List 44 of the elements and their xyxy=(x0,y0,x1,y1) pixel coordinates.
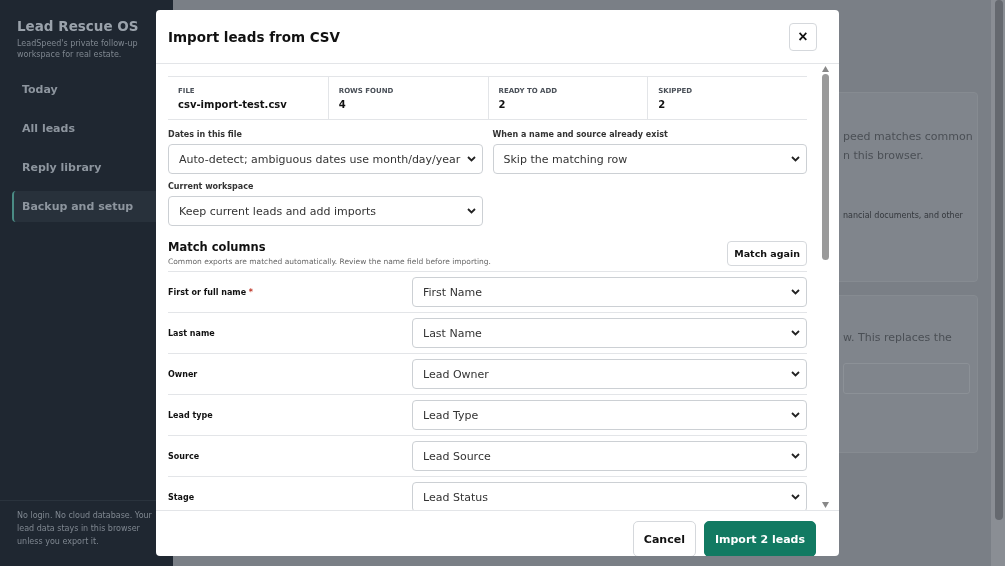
field-label: Source xyxy=(168,451,201,461)
chevron-icon xyxy=(466,156,476,162)
card-note: nancial documents, and other xyxy=(843,211,964,220)
cancel-button[interactable]: Cancel xyxy=(632,521,696,556)
stat-value: 2 xyxy=(658,99,667,110)
match-again-button[interactable]: Match again xyxy=(727,241,807,266)
field-label: Dates in this file xyxy=(168,130,243,139)
dropdown[interactable]: Keep current leads and add imports xyxy=(168,196,483,226)
dropdown[interactable]: Lead Status xyxy=(412,482,807,510)
field-label: Stage xyxy=(168,492,196,502)
scroll-up-icon[interactable] xyxy=(821,66,829,72)
dropdown[interactable]: Lead Source xyxy=(412,441,807,471)
dropdown[interactable]: First Name xyxy=(412,277,807,307)
field-label: Last name xyxy=(168,328,216,338)
chevron-icon xyxy=(791,412,800,418)
chevron-icon xyxy=(791,453,800,459)
field-label: Current workspace xyxy=(168,182,255,191)
import-button[interactable]: Import 2 leads xyxy=(703,521,816,556)
scrollbar-thumb[interactable] xyxy=(821,74,829,260)
dropdown[interactable]: Auto-detect; ambiguous dates use month/day/year xyxy=(168,144,483,174)
page-scrollbar[interactable] xyxy=(991,0,1005,566)
app-title: Lead Rescue OS xyxy=(17,18,140,34)
dropdown[interactable]: Skip the matching row xyxy=(492,144,807,174)
stat-value: 4 xyxy=(338,99,347,110)
stat-value: 2 xyxy=(498,99,507,110)
close-button[interactable]: × xyxy=(789,22,817,51)
app-subtitle: LeadSpeed's private follow-up workspace for real estate. xyxy=(17,38,139,60)
chevron-icon xyxy=(791,289,800,295)
chevron-icon xyxy=(791,494,800,500)
field-label: When a name and source already exist xyxy=(492,130,669,139)
section-title: Match columns xyxy=(168,240,267,254)
field-label: Lead type xyxy=(168,410,214,420)
dropdown[interactable]: Lead Owner xyxy=(412,359,807,389)
scroll-down-icon[interactable] xyxy=(821,502,829,508)
chevron-icon xyxy=(791,156,800,162)
dropdown[interactable]: Lead Type xyxy=(412,400,807,430)
stat-value: csv-import-test.csv xyxy=(178,99,288,110)
chevron-icon xyxy=(791,371,800,377)
chevron-icon xyxy=(791,330,800,336)
field-label: First or full name * xyxy=(168,287,255,297)
field-label: Owner xyxy=(168,369,199,379)
chevron-icon xyxy=(466,208,476,214)
dialog-title: Import leads from CSV xyxy=(168,28,341,45)
dropdown[interactable]: Last Name xyxy=(412,318,807,348)
